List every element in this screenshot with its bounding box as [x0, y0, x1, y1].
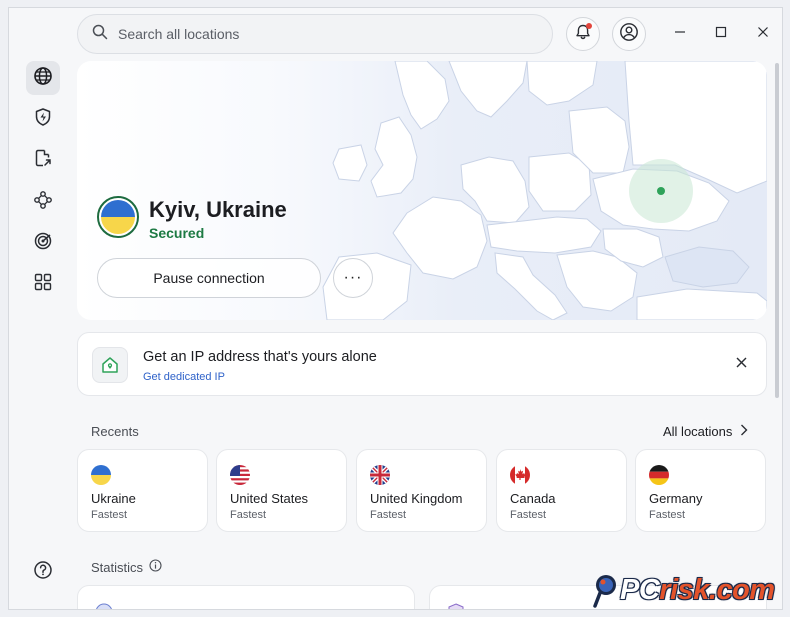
more-icon: ···: [343, 269, 363, 286]
sidebar-item-meshnet[interactable]: [26, 185, 60, 219]
shield-stat-icon: [448, 603, 464, 609]
apps-icon: [33, 272, 53, 297]
statistics-heading: Statistics: [91, 559, 162, 575]
recent-location-sub: Fastest: [230, 509, 267, 521]
connection-hero: Kyiv, Ukraine Secured Pause connection ·…: [77, 61, 767, 320]
sidebar-item-file-share[interactable]: [26, 143, 60, 177]
recent-location-name: Canada: [510, 491, 556, 506]
profile-button[interactable]: [612, 17, 646, 51]
sidebar-item-dark-web-monitor[interactable]: [26, 226, 60, 260]
recent-location-sub: Fastest: [510, 509, 547, 521]
recent-location-sub: Fastest: [91, 509, 128, 521]
globe-icon: [33, 66, 53, 91]
connection-status: Secured: [149, 225, 205, 241]
info-icon[interactable]: [149, 559, 162, 575]
maximize-icon: [715, 25, 727, 43]
recent-location-name: United Kingdom: [370, 491, 463, 506]
recent-location-name: United States: [230, 491, 309, 506]
help-icon: [33, 560, 53, 585]
recent-location-card[interactable]: United Kingdom Fastest: [356, 449, 487, 532]
all-locations-label: All locations: [663, 424, 733, 439]
recents-heading: Recents: [91, 424, 139, 439]
all-locations-link[interactable]: All locations: [663, 424, 748, 439]
close-icon: [757, 25, 769, 43]
minimize-icon: [674, 25, 686, 43]
search-icon: [92, 24, 108, 45]
canada-flag-icon: [510, 465, 530, 485]
connected-location: Kyiv, Ukraine: [149, 197, 287, 222]
close-icon: [736, 355, 747, 373]
recent-location-sub: Fastest: [649, 509, 686, 521]
notification-dot: [586, 23, 592, 29]
magnifier-logo-icon: [593, 575, 616, 608]
ukraine-flag-icon: [91, 465, 111, 485]
watermark-text: PCrisk.com: [620, 574, 775, 606]
user-icon: [619, 22, 639, 47]
banner-close-button[interactable]: [730, 353, 752, 375]
statistics-label: Statistics: [91, 559, 144, 575]
close-button[interactable]: [753, 24, 773, 44]
recent-location-card[interactable]: Canada Fastest: [496, 449, 627, 532]
pcrisk-watermark: PCrisk.com: [592, 572, 784, 612]
shield-bolt-icon: [33, 107, 53, 132]
recent-location-name: Germany: [649, 491, 703, 506]
help-button[interactable]: [26, 555, 60, 589]
more-options-button[interactable]: ···: [333, 258, 373, 298]
chevron-right-icon: [740, 424, 748, 439]
recent-location-card[interactable]: Germany Fastest: [635, 449, 766, 532]
banner-title: Get an IP address that's yours alone: [143, 349, 377, 365]
sidebar-item-apps[interactable]: [26, 267, 60, 301]
maximize-button[interactable]: [711, 24, 731, 44]
notifications-button[interactable]: [566, 17, 600, 51]
target-icon: [33, 231, 53, 256]
ukraine-flag-icon: [97, 196, 139, 238]
recent-location-sub: Fastest: [370, 509, 407, 521]
meshnet-icon: [33, 190, 53, 215]
house-location-icon: [92, 347, 128, 383]
dedicated-ip-banner: Get an IP address that's yours alone Get…: [77, 332, 767, 396]
germany-flag-icon: [649, 465, 669, 485]
search-input[interactable]: [118, 26, 518, 42]
sidebar-item-threat-protection[interactable]: [26, 102, 60, 136]
pause-connection-button[interactable]: Pause connection: [97, 258, 321, 298]
file-share-icon: [33, 148, 53, 173]
get-dedicated-ip-link[interactable]: Get dedicated IP: [143, 371, 225, 383]
scrollbar[interactable]: [775, 63, 779, 398]
statistics-card[interactable]: [77, 585, 415, 609]
search-bar[interactable]: [77, 14, 553, 54]
minimize-button[interactable]: [670, 24, 690, 44]
sidebar-item-locations[interactable]: [26, 61, 60, 95]
recent-location-card[interactable]: United States Fastest: [216, 449, 347, 532]
usa-flag-icon: [230, 465, 250, 485]
location-pin[interactable]: [657, 187, 665, 195]
app-window: Kyiv, Ukraine Secured Pause connection ·…: [8, 7, 783, 610]
uk-flag-icon: [370, 465, 390, 485]
recent-location-name: Ukraine: [91, 491, 136, 506]
recent-location-card[interactable]: Ukraine Fastest: [77, 449, 208, 532]
globe-stat-icon: [96, 603, 112, 609]
